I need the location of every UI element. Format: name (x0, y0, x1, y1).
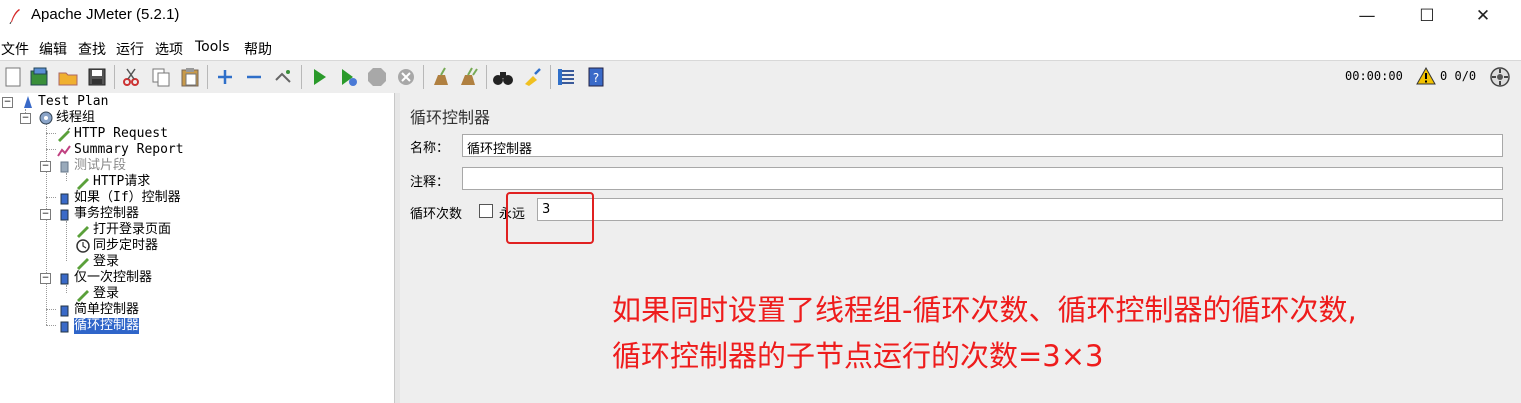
tree-node-http-request-cn[interactable]: HTTP请求 (75, 174, 150, 190)
tree-node-sync-timer[interactable]: 同步定时器 (75, 238, 158, 254)
loop-count-label: 循环次数 (410, 207, 463, 222)
controller-icon (60, 321, 69, 333)
test-plan-icon (24, 96, 32, 108)
expander-test-plan[interactable]: − (2, 97, 13, 108)
shutdown-icon[interactable] (395, 66, 417, 88)
loop-count-highlight-box (506, 192, 594, 244)
remote-engines-icon[interactable] (1489, 66, 1511, 88)
menu-run[interactable]: 运行 (116, 39, 144, 59)
timer-clock-icon (76, 239, 90, 253)
tree-node-once-only-controller[interactable]: 仅一次控制器 (56, 270, 152, 286)
tree-node-http-request[interactable]: HTTP Request (56, 126, 168, 142)
paste-icon[interactable] (179, 66, 201, 88)
thread-group-gear-icon (39, 111, 53, 125)
controller-icon (60, 161, 69, 173)
name-label: 名称： (410, 141, 450, 156)
tree-node-open-login-page[interactable]: 打开登录页面 (75, 222, 171, 238)
tree-node-transaction-controller[interactable]: 事务控制器 (56, 206, 139, 222)
menu-file[interactable]: 文件 (1, 39, 29, 59)
minimize-button[interactable]: — (1344, 0, 1390, 34)
tree-node-summary-report[interactable]: Summary Report (56, 142, 184, 158)
controller-icon (60, 273, 69, 285)
expand-icon[interactable] (214, 66, 236, 88)
tree-node-login-1[interactable]: 登录 (75, 254, 119, 270)
menu-bar: 文件 编辑 查找 运行 选项 Tools 帮助 (0, 35, 1521, 59)
toolbar: ? 00:00:00 0 0/0 (0, 60, 1521, 94)
cut-icon[interactable] (120, 66, 142, 88)
menu-tools[interactable]: Tools (195, 39, 230, 55)
forever-checkbox[interactable] (479, 204, 493, 218)
annotation-line-2: 循环控制器的子节点运行的次数=3×3 (612, 339, 1104, 373)
toggle-icon[interactable] (272, 66, 294, 88)
tree-node-if-controller[interactable]: 如果（If）控制器 (56, 190, 181, 206)
close-button[interactable]: ✕ (1460, 0, 1506, 34)
start-icon[interactable] (308, 66, 330, 88)
elapsed-timer: 00:00:00 (1345, 69, 1403, 83)
error-thread-counts: 0 0/0 (1440, 69, 1476, 83)
title-bar: Apache JMeter (5.2.1) — ☐ ✕ (0, 0, 1521, 34)
tree-node-test-plan[interactable]: Test Plan (20, 94, 108, 110)
sampler-pen-icon (58, 127, 71, 142)
sampler-pen-icon (77, 258, 89, 270)
loop-count-field[interactable]: 3 (537, 198, 1503, 221)
expander-test-fragment[interactable]: − (40, 161, 51, 172)
menu-edit[interactable]: 编辑 (39, 39, 67, 59)
expander-transaction-controller[interactable]: − (40, 209, 51, 220)
thread-count: 0/0 (1454, 69, 1477, 83)
test-plan-tree: − − − − − Test Plan 线程组 HTTP Request Sum… (0, 93, 394, 403)
controller-icon (60, 209, 69, 221)
sampler-pen-icon (77, 226, 89, 238)
start-no-pauses-icon[interactable] (337, 66, 359, 88)
warning-count: 0 (1440, 69, 1448, 83)
menu-search[interactable]: 查找 (78, 39, 106, 59)
menu-help[interactable]: 帮助 (244, 39, 272, 59)
collapse-icon[interactable] (243, 66, 265, 88)
controller-icon (60, 305, 69, 317)
sampler-pen-icon (77, 290, 89, 302)
tree-node-simple-controller[interactable]: 简单控制器 (56, 302, 139, 318)
listener-chart-icon (57, 145, 71, 157)
tree-node-login-2[interactable]: 登录 (75, 286, 119, 302)
maximize-button[interactable]: ☐ (1404, 0, 1450, 34)
clear-all-icon[interactable] (458, 66, 480, 88)
stop-icon[interactable] (366, 66, 388, 88)
name-field[interactable]: 循环控制器 (462, 134, 1503, 157)
tree-node-loop-controller[interactable]: 循环控制器 (56, 318, 140, 334)
clear-icon[interactable] (429, 66, 451, 88)
annotation-line-1: 如果同时设置了线程组-循环次数、循环控制器的循环次数, (612, 293, 1357, 327)
tree-node-thread-group[interactable]: 线程组 (38, 110, 95, 126)
save-icon[interactable] (86, 66, 108, 88)
templates-icon[interactable] (28, 66, 50, 88)
menu-options[interactable]: 选项 (155, 39, 183, 59)
expander-thread-group[interactable]: − (20, 113, 31, 124)
jmeter-feather-icon (9, 9, 20, 24)
reset-search-icon[interactable] (521, 66, 543, 88)
warning-icon[interactable] (1416, 67, 1436, 85)
sampler-pen-icon (77, 178, 89, 190)
window-title: Apache JMeter (5.2.1) (31, 6, 180, 23)
comment-field[interactable] (462, 167, 1503, 190)
search-icon[interactable] (492, 66, 514, 88)
expander-once-only-controller[interactable]: − (40, 273, 51, 284)
function-helper-icon[interactable] (556, 66, 578, 88)
copy-icon[interactable] (150, 66, 172, 88)
svg-text:?: ? (593, 71, 599, 85)
controller-icon (60, 193, 69, 205)
panel-title: 循环控制器 (410, 108, 491, 127)
comment-label: 注释： (410, 175, 450, 190)
new-icon[interactable] (2, 66, 24, 88)
help-icon[interactable]: ? (585, 66, 607, 88)
tree-node-test-fragment[interactable]: 测试片段 (56, 158, 126, 174)
open-icon[interactable] (57, 66, 79, 88)
